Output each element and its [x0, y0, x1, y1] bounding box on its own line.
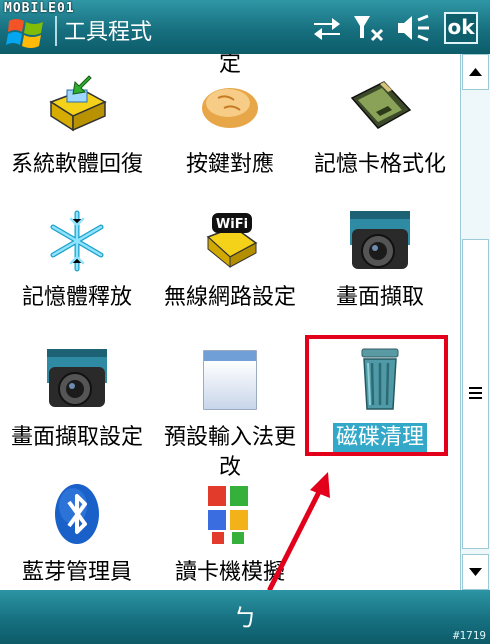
- title-separator: [55, 16, 57, 46]
- app-label: 按鍵對應: [185, 152, 274, 177]
- camera-icon: [47, 349, 107, 407]
- sync-arrows-icon[interactable]: [310, 12, 344, 44]
- ok-button[interactable]: ok: [444, 12, 478, 44]
- app-label: 畫面擷取: [335, 285, 424, 310]
- program-grid: 定 系統軟體回復 按鍵對應 記憶卡格式化 記憶體釋放 WiFi 無線網路設定 畫…: [0, 54, 460, 590]
- signal-off-icon[interactable]: [352, 12, 386, 44]
- vertical-scrollbar[interactable]: [460, 54, 490, 590]
- grip-icon: [469, 387, 482, 399]
- scroll-down-button[interactable]: [462, 554, 489, 590]
- speaker-icon[interactable]: [396, 12, 432, 44]
- camera-icon: [350, 211, 410, 269]
- memory-card-icon: [350, 81, 412, 129]
- bottom-softkey-bar: ㄅ #1719: [0, 590, 490, 644]
- bread-icon: [202, 88, 258, 128]
- annotation-arrow-icon: [267, 472, 330, 590]
- app-label: 記憶卡格式化: [313, 152, 446, 177]
- title-bar: MOBILE01 工具程式 ok: [0, 0, 490, 54]
- svg-text:WiFi: WiFi: [216, 217, 248, 232]
- app-label: 記憶體釋放: [21, 285, 132, 310]
- window-icon: [203, 350, 257, 410]
- softkey-button[interactable]: ㄅ: [225, 598, 265, 633]
- highlight-box: [305, 335, 448, 456]
- arrow-up-icon: [469, 68, 482, 76]
- photo-id: #1719: [452, 629, 486, 642]
- app-label: 藍芽管理員: [21, 560, 132, 585]
- scroll-up-button[interactable]: [462, 54, 489, 90]
- windows-start-icon[interactable]: [6, 15, 46, 51]
- wifi-device-icon: WiFi: [206, 213, 258, 269]
- app-label: 畫面擷取設定: [10, 425, 143, 450]
- scroll-thumb[interactable]: [462, 239, 489, 549]
- software-box-icon: [49, 75, 107, 132]
- app-label: 無線網路設定: [163, 285, 296, 310]
- snowflake-icon: [50, 210, 104, 272]
- window-title: 工具程式: [64, 20, 153, 45]
- arrow-down-icon: [469, 568, 482, 576]
- color-blocks-icon: [208, 486, 248, 544]
- app-label: 系統軟體回復: [10, 152, 143, 177]
- bluetooth-icon: [55, 484, 99, 544]
